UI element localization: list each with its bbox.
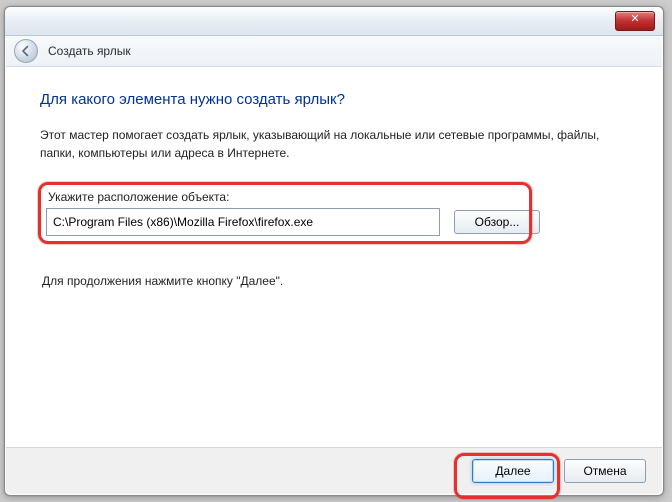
next-button[interactable]: Далее bbox=[472, 459, 554, 483]
cancel-button[interactable]: Отмена bbox=[564, 459, 646, 483]
back-button[interactable] bbox=[14, 39, 38, 63]
location-label: Укажите расположение объекта: bbox=[46, 190, 622, 204]
location-input[interactable] bbox=[46, 208, 440, 236]
footer-bar: Далее Отмена bbox=[6, 447, 662, 494]
page-description: Этот мастер помогает создать ярлык, указ… bbox=[40, 126, 600, 162]
browse-button[interactable]: Обзор... bbox=[454, 210, 540, 234]
back-arrow-icon bbox=[20, 45, 32, 57]
continue-hint: Для продолжения нажмите кнопку "Далее". bbox=[40, 274, 628, 288]
next-button-wrap: Далее bbox=[472, 459, 554, 483]
header-bar: Создать ярлык bbox=[6, 36, 662, 67]
close-button[interactable]: ✕ bbox=[615, 11, 655, 31]
location-field-group: Укажите расположение объекта: Обзор... bbox=[40, 184, 628, 246]
header-title: Создать ярлык bbox=[48, 44, 131, 58]
wizard-window: ✕ Создать ярлык Для какого элемента нужн… bbox=[4, 6, 664, 496]
titlebar: ✕ bbox=[5, 7, 663, 36]
close-icon: ✕ bbox=[630, 13, 639, 25]
page-heading: Для какого элемента нужно создать ярлык? bbox=[40, 91, 628, 108]
content-area: Для какого элемента нужно создать ярлык?… bbox=[6, 67, 662, 447]
location-row: Обзор... bbox=[46, 208, 622, 236]
